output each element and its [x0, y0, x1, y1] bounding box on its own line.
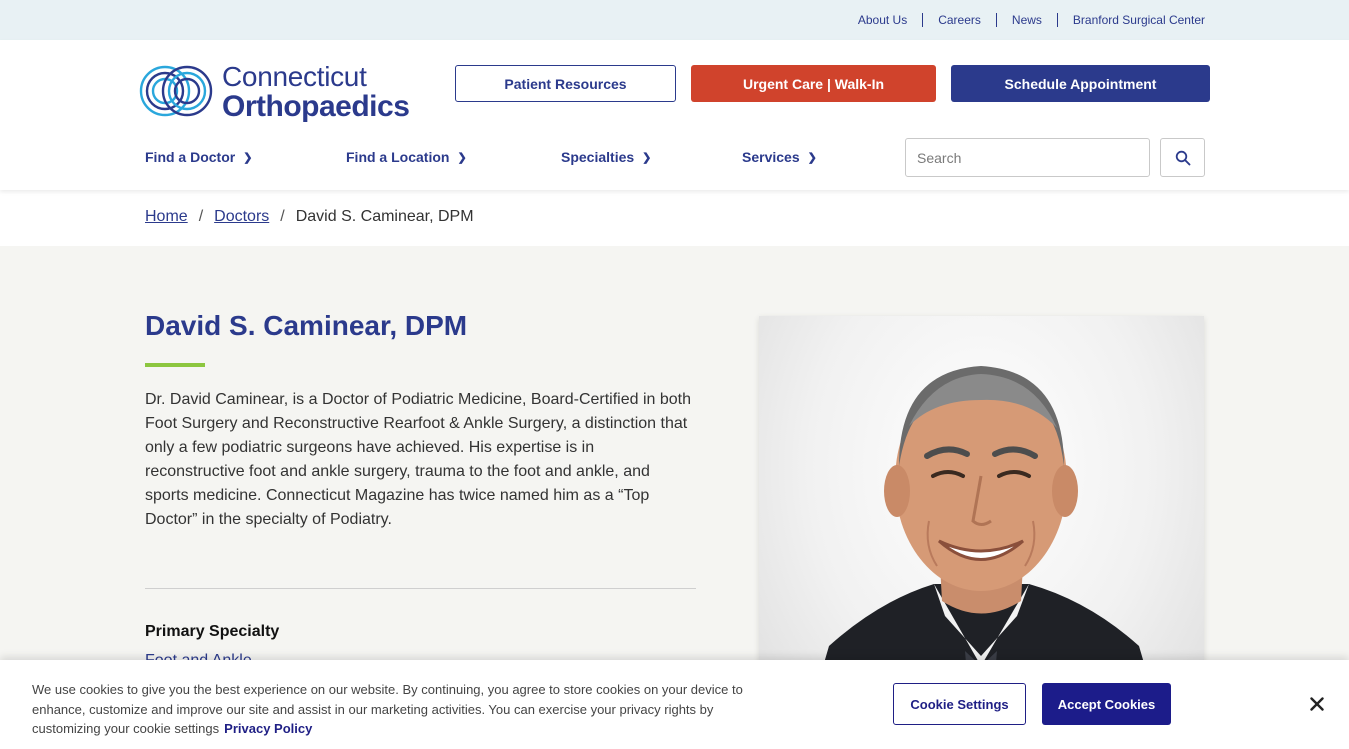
breadcrumb-separator: /: [280, 208, 285, 225]
utility-bar: About Us Careers News Branford Surgical …: [0, 0, 1349, 40]
nav-specialties[interactable]: Specialties ❯: [561, 149, 651, 165]
title-accent-bar: [145, 363, 205, 367]
close-cookie-banner-button[interactable]: [1305, 692, 1329, 716]
logo-mark-icon: [139, 65, 213, 117]
cookie-banner-text: We use cookies to give you the best expe…: [32, 680, 752, 739]
utility-link-careers[interactable]: Careers: [922, 13, 996, 27]
utility-link-about-us[interactable]: About Us: [843, 13, 922, 27]
logo-text-line2: Orthopaedics: [222, 90, 410, 123]
patient-resources-button[interactable]: Patient Resources: [455, 65, 676, 102]
cookie-message: We use cookies to give you the best expe…: [32, 682, 743, 736]
search-input[interactable]: [905, 138, 1150, 177]
chevron-right-icon: ❯: [457, 151, 467, 164]
breadcrumb-home-link[interactable]: Home: [145, 208, 188, 226]
nav-find-a-location[interactable]: Find a Location ❯: [346, 149, 467, 165]
cookie-banner: We use cookies to give you the best expe…: [0, 660, 1349, 749]
breadcrumb-doctors-link[interactable]: Doctors: [214, 208, 269, 226]
breadcrumb: Home / Doctors / David S. Caminear, DPM: [145, 208, 474, 226]
close-icon: [1310, 697, 1324, 711]
cookie-settings-button[interactable]: Cookie Settings: [893, 683, 1026, 725]
utility-nav: About Us Careers News Branford Surgical …: [843, 0, 1205, 40]
breadcrumb-current: David S. Caminear, DPM: [295, 208, 474, 225]
site-header: Connecticut Orthopaedics Patient Resourc…: [0, 40, 1349, 190]
nav-find-a-location-label: Find a Location: [346, 149, 450, 165]
breadcrumb-separator: /: [198, 208, 204, 225]
nav-services-label: Services: [742, 149, 800, 165]
primary-specialty-label: Primary Specialty: [145, 623, 280, 640]
search-icon: [1175, 150, 1190, 165]
nav-services[interactable]: Services ❯: [742, 149, 817, 165]
chevron-right-icon: ❯: [807, 151, 817, 164]
privacy-policy-link[interactable]: Privacy Policy: [224, 721, 312, 736]
logo-text-line1: Connecticut: [222, 61, 367, 92]
site-logo[interactable]: Connecticut Orthopaedics: [139, 59, 429, 125]
search-button[interactable]: [1160, 138, 1205, 177]
chevron-right-icon: ❯: [243, 151, 253, 164]
doctor-bio: Dr. David Caminear, is a Doctor of Podia…: [145, 391, 692, 528]
urgent-care-button[interactable]: Urgent Care | Walk-In: [691, 65, 936, 102]
accept-cookies-button[interactable]: Accept Cookies: [1042, 683, 1171, 725]
nav-find-a-doctor-label: Find a Doctor: [145, 149, 236, 165]
utility-link-branford-surgical-center[interactable]: Branford Surgical Center: [1056, 13, 1205, 27]
chevron-right-icon: ❯: [642, 151, 652, 164]
utility-link-news[interactable]: News: [995, 13, 1057, 27]
schedule-appointment-button[interactable]: Schedule Appointment: [951, 65, 1210, 102]
nav-specialties-label: Specialties: [561, 149, 635, 165]
page-title: David S. Caminear, DPM: [145, 310, 468, 341]
section-divider: [145, 588, 696, 589]
nav-find-a-doctor[interactable]: Find a Doctor ❯: [145, 149, 252, 165]
